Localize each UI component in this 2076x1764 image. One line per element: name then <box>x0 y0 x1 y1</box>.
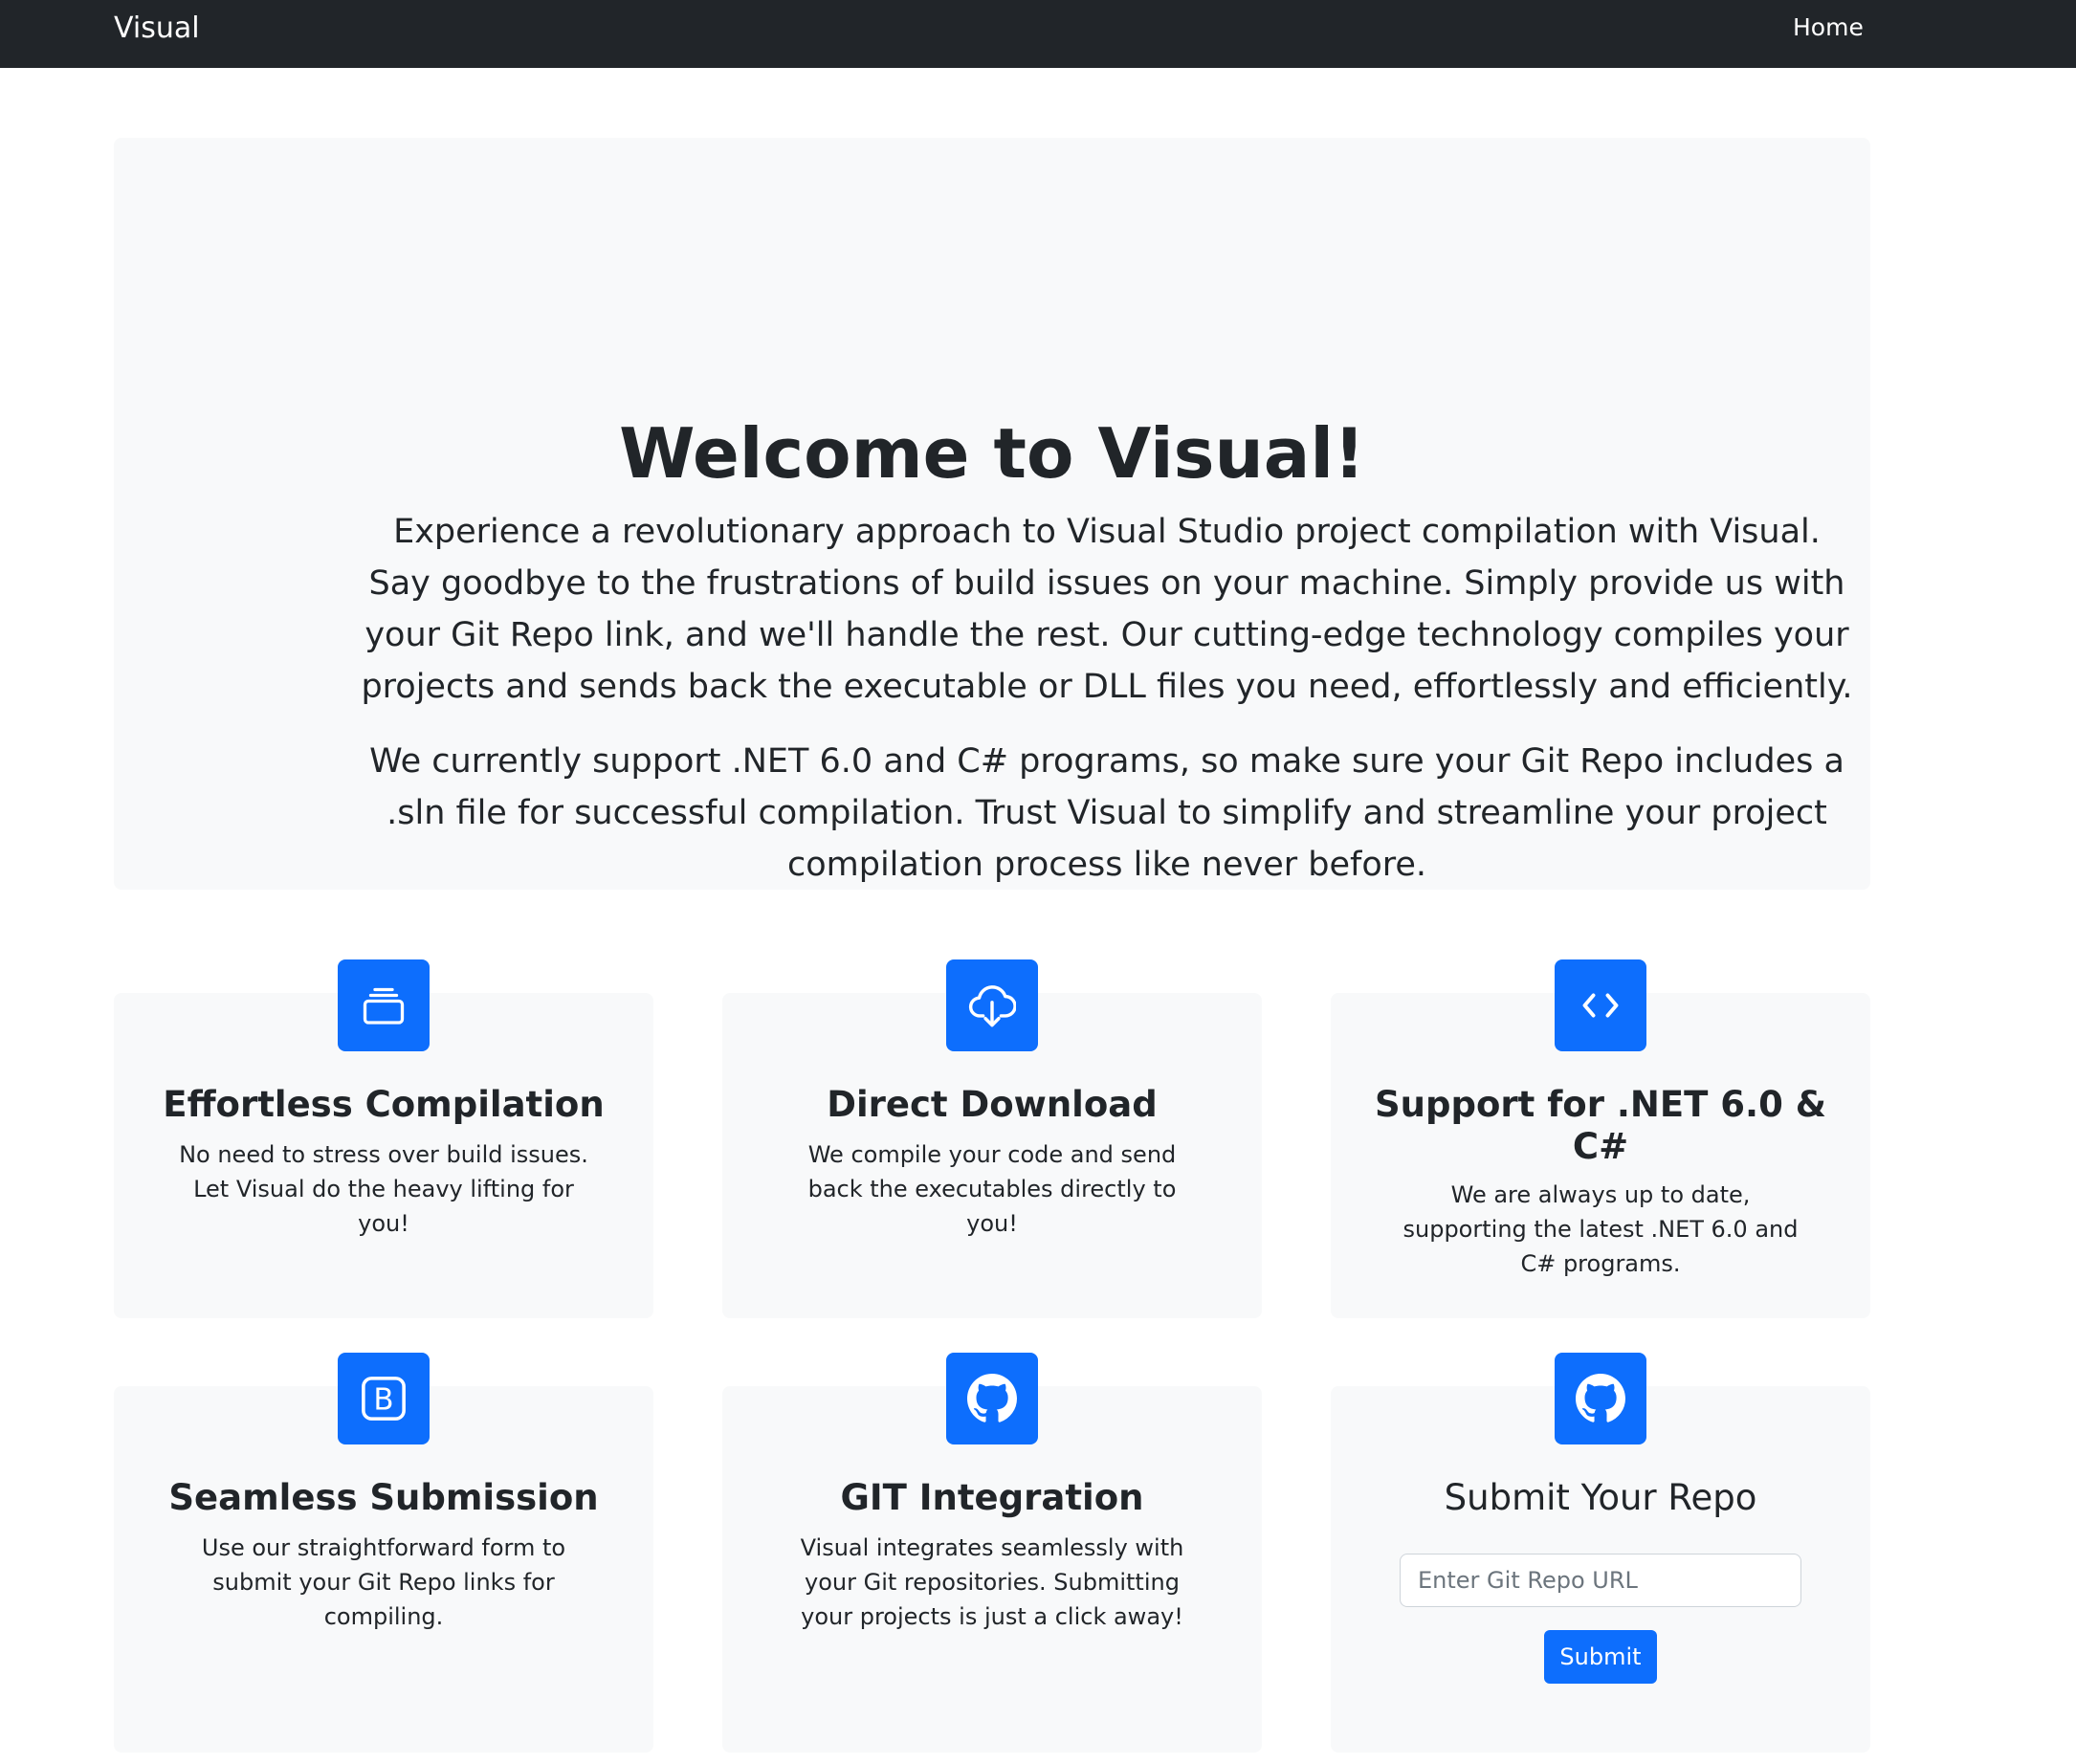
github-icon <box>1555 1353 1646 1444</box>
feature-text: Use our straightforward form to submit y… <box>201 1534 566 1630</box>
submit-repo-title: Submit Your Repo <box>1444 1477 1757 1518</box>
feature-title: Seamless Submission <box>168 1477 599 1518</box>
git-repo-url-input[interactable] <box>1400 1554 1801 1607</box>
svg-text:B: B <box>373 1383 393 1418</box>
hero-description: Experience a revolutionary approach to V… <box>361 513 1853 706</box>
nav-link-home[interactable]: Home <box>1793 11 1864 44</box>
navbar-brand[interactable]: Visual <box>114 11 200 46</box>
feature-text: No need to stress over build issues. Let… <box>179 1141 588 1237</box>
hero-support-note: We currently support .NET 6.0 and C# pro… <box>369 742 1844 884</box>
feature-title: Effortless Compilation <box>163 1084 605 1125</box>
code-icon <box>1555 959 1646 1051</box>
hero-title: Welcome to Visual! <box>619 413 1365 494</box>
feature-title: Direct Download <box>827 1084 1158 1125</box>
feature-text: We are always up to date, supporting the… <box>1402 1181 1799 1277</box>
feature-title: GIT Integration <box>840 1477 1144 1518</box>
github-icon <box>946 1353 1038 1444</box>
feature-text: We compile your code and send back the e… <box>807 1141 1177 1237</box>
feature-text: Visual integrates seamlessly with your G… <box>800 1534 1184 1630</box>
bootstrap-icon: B <box>338 1353 430 1444</box>
submit-button[interactable]: Submit <box>1544 1630 1657 1684</box>
feature-title: Support for .NET 6.0 & C# <box>1375 1084 1826 1167</box>
cloud-download-icon <box>946 959 1038 1051</box>
navbar: Visual Home <box>0 0 2076 68</box>
collection-icon <box>338 959 430 1051</box>
hero-section: Welcome to Visual! Experience a revoluti… <box>114 138 1870 890</box>
